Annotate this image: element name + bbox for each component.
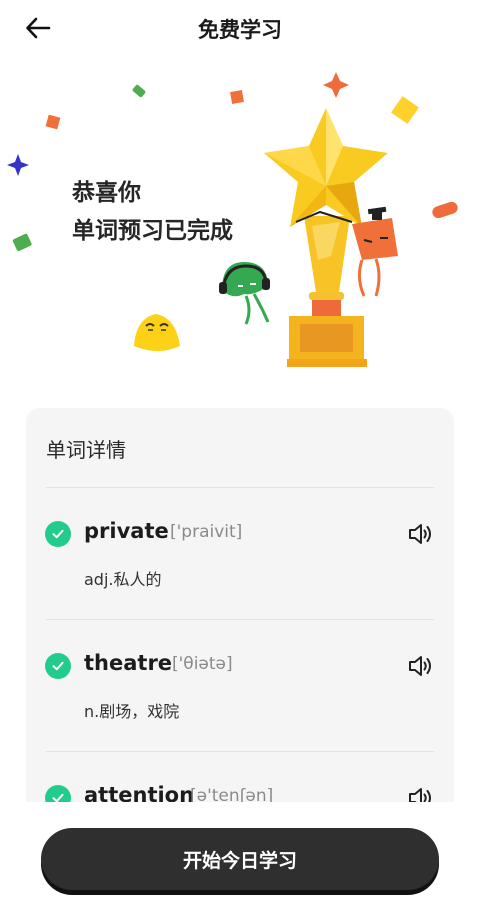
word-meaning: n.剧场，戏院 bbox=[84, 702, 180, 721]
speaker-button[interactable] bbox=[406, 652, 434, 680]
word-text: private bbox=[84, 519, 169, 543]
speaker-icon bbox=[409, 656, 431, 676]
word-row[interactable]: private ['praivit] adj.私人的 bbox=[26, 488, 454, 620]
word-details-card: 单词详情 private ['praivit] adj.私人的 theatre … bbox=[26, 408, 454, 818]
confetti-orange bbox=[230, 90, 244, 104]
hero-section: 恭喜你 单词预习已完成 bbox=[0, 56, 480, 396]
word-row[interactable]: theatre ['θiətə] n.剧场，戏院 bbox=[26, 620, 454, 752]
card-title: 单词详情 bbox=[46, 438, 126, 462]
congrats-text: 恭喜你 单词预习已完成 bbox=[72, 174, 233, 250]
congrats-line1: 恭喜你 bbox=[72, 180, 141, 206]
speaker-icon bbox=[409, 524, 431, 544]
check-icon bbox=[45, 521, 71, 547]
sparkle-blue bbox=[7, 154, 29, 176]
speaker-button[interactable] bbox=[406, 520, 434, 548]
confetti-green bbox=[132, 84, 146, 98]
confetti-yellow bbox=[391, 96, 419, 124]
confetti-orange bbox=[45, 114, 61, 130]
word-phonetic: ['praivit] bbox=[170, 522, 243, 542]
sparkle-orange bbox=[323, 72, 349, 98]
page-title: 免费学习 bbox=[198, 18, 282, 42]
header: 免费学习 bbox=[0, 0, 480, 56]
confetti-orange bbox=[432, 201, 458, 219]
start-today-study-button[interactable]: 开始今日学习 bbox=[41, 828, 439, 890]
check-icon bbox=[45, 653, 71, 679]
word-meaning: adj.私人的 bbox=[84, 570, 162, 589]
congrats-line2: 单词预习已完成 bbox=[72, 218, 233, 244]
word-text: theatre bbox=[84, 651, 173, 675]
confetti-green bbox=[12, 233, 32, 252]
word-phonetic: ['θiətə] bbox=[172, 654, 233, 674]
